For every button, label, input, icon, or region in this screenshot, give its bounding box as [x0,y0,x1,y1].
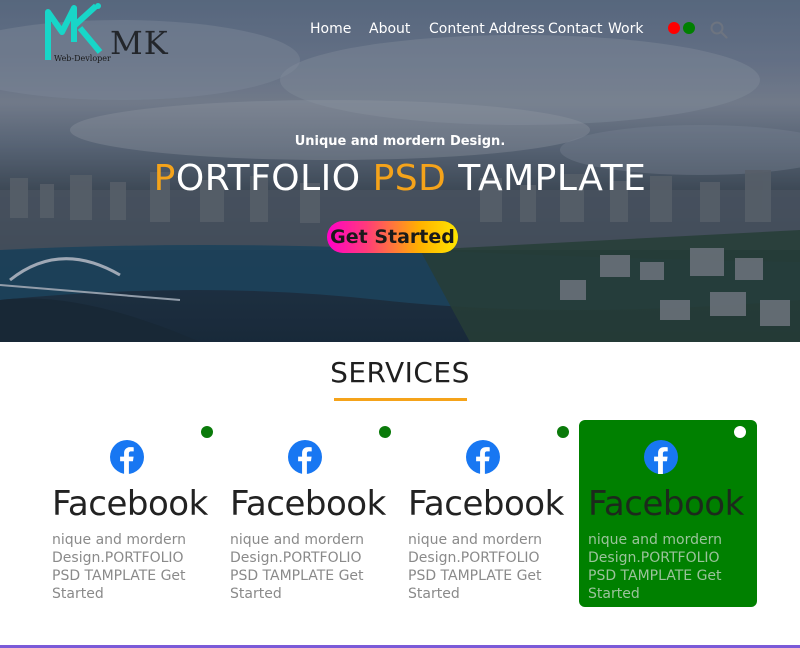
red-dot-icon[interactable] [668,22,680,34]
facebook-icon[interactable] [644,440,678,474]
nav-work[interactable]: Work [608,21,643,37]
card-status-dot [557,426,569,438]
hero-subtitle: Unique and mordern Design. [294,134,506,149]
nav-about[interactable]: About [369,21,410,37]
card-description: nique and mordern Design.PORTFOLIO PSD T… [230,532,364,602]
hero-title-p: P [153,158,176,199]
card-title: Facebook [230,484,386,524]
services-heading: SERVICES [330,356,470,389]
services-underline [334,398,467,401]
logo-name: MK [110,24,169,62]
service-card[interactable]: Facebook nique and mordern Design.PORTFO… [230,420,408,607]
card-title: Facebook [588,484,744,524]
hero-title-tamplate: TAMPLATE [446,158,647,199]
facebook-icon[interactable] [110,440,144,474]
hero-title-portfolio: ORTFOLIO [175,158,373,199]
card-description: nique and mordern Design.PORTFOLIO PSD T… [588,532,722,602]
card-status-dot [201,426,213,438]
nav-home[interactable]: Home [310,21,351,37]
service-card-active[interactable]: Facebook nique and mordern Design.PORTFO… [579,420,757,607]
hero-title-psd: PSD [372,158,447,199]
get-started-button[interactable]: Get Started [327,221,458,253]
card-status-dot [379,426,391,438]
facebook-icon[interactable] [288,440,322,474]
facebook-icon[interactable] [466,440,500,474]
card-title: Facebook [408,484,564,524]
card-title: Facebook [52,484,208,524]
logo-tagline: Web-Devloper [54,54,111,63]
card-description: nique and mordern Design.PORTFOLIO PSD T… [408,532,542,602]
site-logo[interactable]: MK Web-Devloper [44,2,184,66]
hero-title: PORTFOLIO PSD TAMPLATE [0,158,800,199]
service-card[interactable]: Facebook nique and mordern Design.PORTFO… [408,420,586,607]
nav-address[interactable]: Address [489,21,545,37]
card-status-dot [734,426,746,438]
nav-contact[interactable]: Contact [548,21,602,37]
search-icon[interactable] [710,21,728,39]
hero-section: MK Web-Devloper Home About Content Addre… [0,0,800,342]
service-card[interactable]: Facebook nique and mordern Design.PORTFO… [52,420,230,607]
card-description: nique and mordern Design.PORTFOLIO PSD T… [52,532,186,602]
nav-content[interactable]: Content [429,21,485,37]
green-dot-icon[interactable] [683,22,695,34]
